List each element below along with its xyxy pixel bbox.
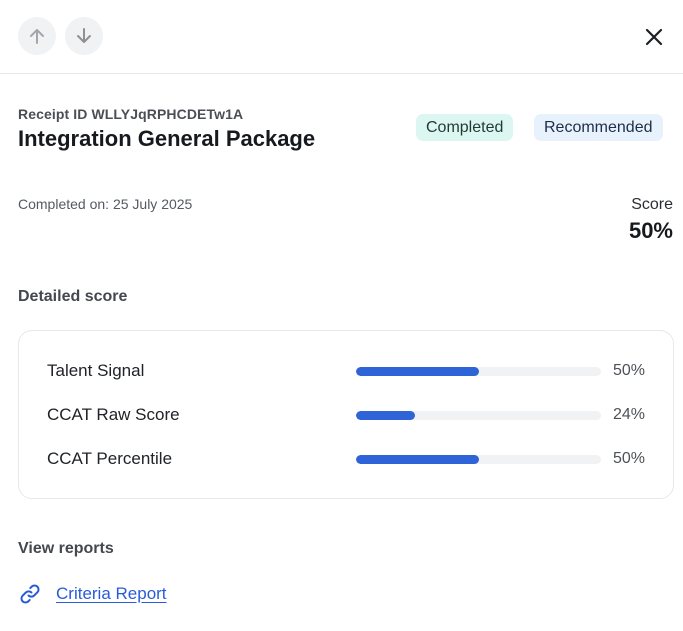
- package-title: Integration General Package: [18, 126, 316, 151]
- score-row-label: Talent Signal: [47, 361, 145, 380]
- score-row-ccat-percentile: CCAT Percentile 50%: [19, 447, 673, 471]
- progress-track: [356, 455, 601, 464]
- completed-date: Completed on: 25 July 2025: [18, 196, 193, 212]
- status-badge-recommended: Recommended: [534, 114, 663, 141]
- score-row-percent: 24%: [612, 406, 645, 423]
- criteria-report-label: Criteria Report: [56, 584, 167, 603]
- progress-track: [356, 411, 601, 420]
- close-button[interactable]: [639, 22, 669, 52]
- score-value: 50%: [628, 218, 673, 243]
- arrow-up-icon: [30, 29, 44, 44]
- progress-fill: [356, 367, 479, 376]
- receipt-id: Receipt ID WLLYJqRPHCDETw1A: [18, 106, 244, 122]
- previous-button[interactable]: [18, 17, 56, 55]
- score-row-percent: 50%: [612, 362, 645, 379]
- score-row-percent: 50%: [612, 450, 645, 467]
- progress-fill: [356, 411, 415, 420]
- progress-track: [356, 367, 601, 376]
- status-badge-completed: Completed: [416, 114, 514, 141]
- arrow-down-icon: [77, 28, 91, 43]
- view-reports-heading: View reports: [18, 540, 114, 557]
- progress-fill: [356, 455, 479, 464]
- link-icon: [20, 584, 40, 604]
- score-label: Score: [631, 196, 673, 213]
- score-row-talent-signal: Talent Signal 50%: [19, 359, 673, 383]
- score-row-label: CCAT Raw Score: [47, 405, 180, 424]
- score-row-label: CCAT Percentile: [47, 449, 173, 468]
- detailed-score-heading: Detailed score: [18, 288, 128, 305]
- criteria-report-link[interactable]: Criteria Report: [18, 582, 167, 606]
- detailed-score-card: Talent Signal 50% CCAT Raw Score 24% CCA…: [18, 330, 674, 499]
- next-button[interactable]: [65, 17, 103, 55]
- close-icon: [645, 28, 663, 46]
- score-row-ccat-raw: CCAT Raw Score 24%: [19, 403, 673, 427]
- top-bar: [0, 0, 683, 74]
